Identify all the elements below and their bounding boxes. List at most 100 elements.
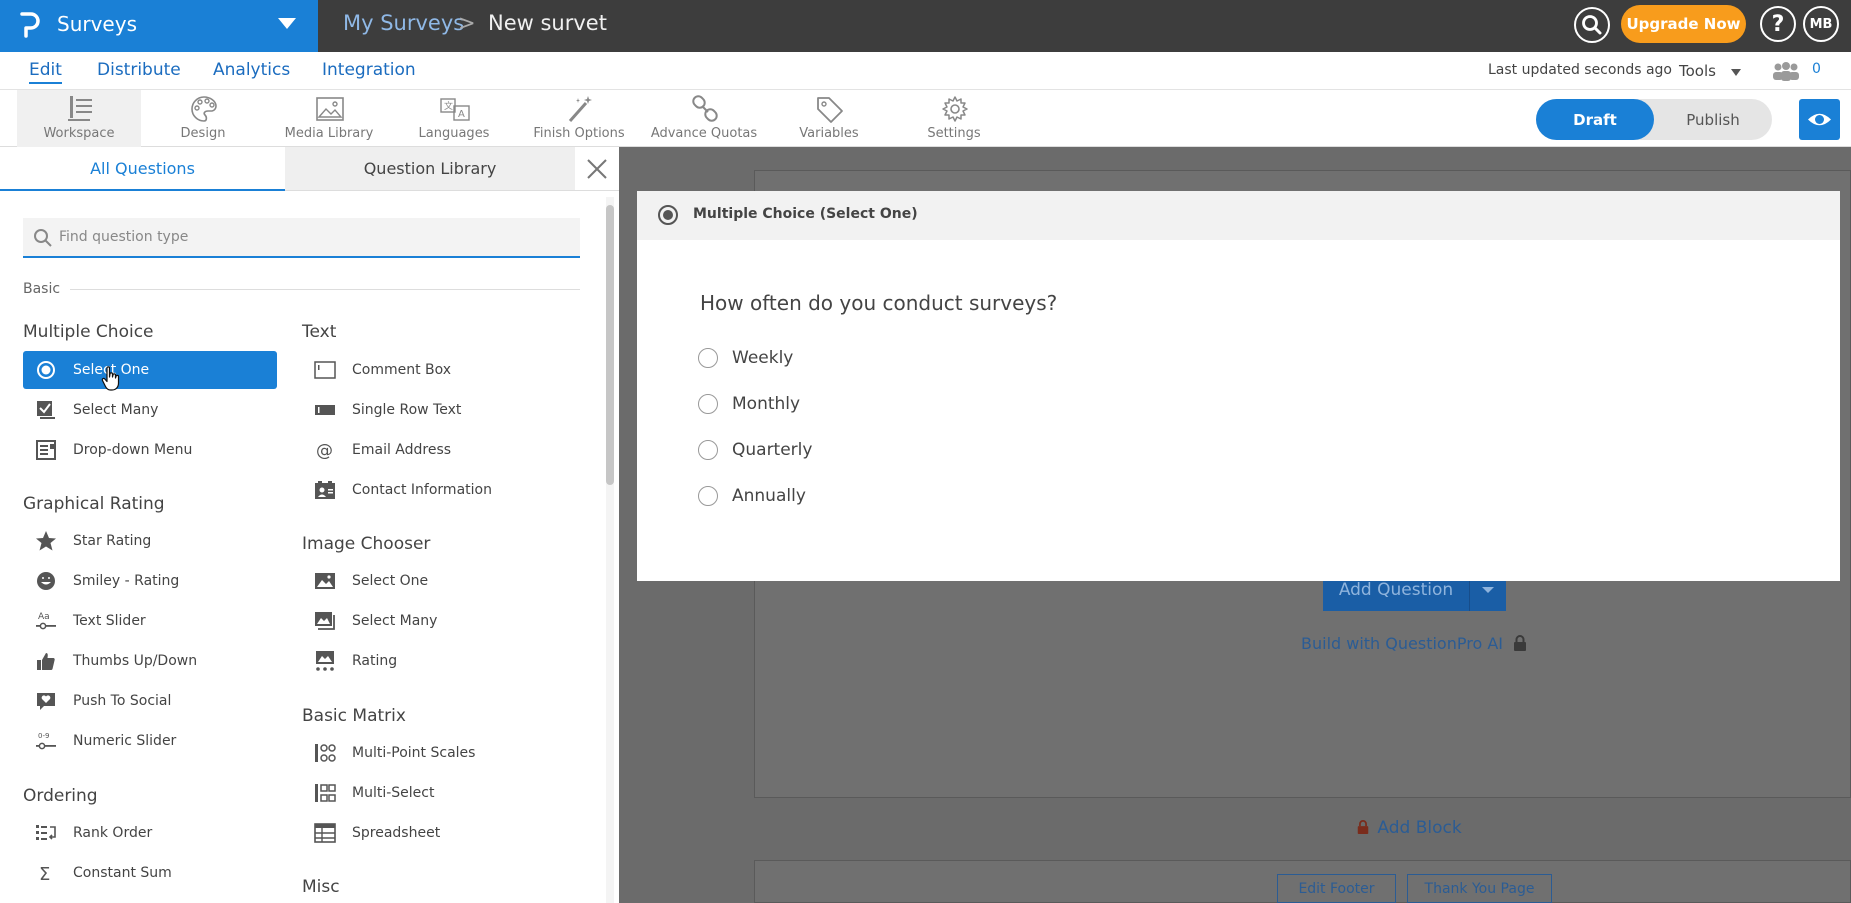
collaborators-icon[interactable] bbox=[1772, 61, 1800, 81]
preview-option-label: Monthly bbox=[732, 394, 801, 414]
edit-footer-button[interactable]: Edit Footer bbox=[1277, 874, 1396, 903]
caret-down-icon[interactable] bbox=[1731, 69, 1741, 76]
collaborators-count[interactable]: 0 bbox=[1812, 61, 1821, 77]
images-icon bbox=[314, 610, 336, 632]
qtype-label: Text Slider bbox=[73, 613, 146, 629]
preview-option: Annually bbox=[698, 484, 806, 508]
image-rating-icon bbox=[314, 650, 336, 672]
qtype-image-select-many[interactable]: Select Many bbox=[302, 602, 556, 640]
at-sign-icon: @ bbox=[314, 439, 336, 461]
thank-you-page-button[interactable]: Thank You Page bbox=[1407, 874, 1552, 903]
search-input[interactable] bbox=[59, 218, 569, 256]
caret-down-icon[interactable] bbox=[278, 18, 296, 29]
qtype-label: Smiley - Rating bbox=[73, 573, 180, 589]
toolbar-settings[interactable]: Settings bbox=[892, 90, 1016, 147]
qtype-label: Single Row Text bbox=[352, 402, 462, 418]
palette-icon bbox=[191, 96, 217, 122]
nav-integration[interactable]: Integration bbox=[322, 60, 416, 80]
qtype-select-many[interactable]: Select Many bbox=[23, 391, 277, 429]
close-panel-button[interactable] bbox=[575, 147, 619, 191]
preview-option-label: Quarterly bbox=[732, 440, 813, 460]
qtype-label: Select Many bbox=[352, 613, 438, 629]
svg-text:A: A bbox=[458, 109, 465, 120]
preview-button[interactable] bbox=[1799, 99, 1840, 140]
app-switcher[interactable]: Surveys bbox=[0, 0, 318, 52]
preview-header: Multiple Choice (Select One) bbox=[637, 191, 1840, 240]
toolbar-finish-options[interactable]: Finish Options bbox=[517, 90, 641, 147]
qtype-push-to-social[interactable]: Push To Social bbox=[23, 682, 277, 720]
qtype-numeric-slider[interactable]: 0-9 Numeric Slider bbox=[23, 722, 277, 760]
qtype-multi-point-scales[interactable]: Multi-Point Scales bbox=[302, 734, 556, 772]
category-text: Text bbox=[302, 322, 337, 342]
build-with-ai-link[interactable]: Build with QuestionPro AI bbox=[1301, 634, 1528, 653]
checkbox-icon bbox=[35, 399, 57, 421]
matrix-scale-icon bbox=[314, 742, 336, 764]
publish-button[interactable]: Publish bbox=[1654, 99, 1772, 140]
radio-selected-icon bbox=[658, 205, 678, 225]
tag-icon bbox=[817, 97, 843, 123]
qtype-label: Multi-Point Scales bbox=[352, 745, 476, 761]
qtype-label: Rank Order bbox=[73, 825, 153, 841]
text-field-icon bbox=[314, 399, 336, 421]
user-avatar[interactable]: MB bbox=[1803, 6, 1839, 42]
qtype-image-rating[interactable]: Rating bbox=[302, 642, 556, 680]
qtype-select-one[interactable]: Select One bbox=[23, 351, 277, 389]
section-label-basic: Basic bbox=[23, 281, 61, 297]
toolbar-label: Finish Options bbox=[533, 126, 625, 141]
chain-icon bbox=[692, 95, 718, 122]
add-block-link[interactable]: Add Block bbox=[1356, 818, 1462, 838]
category-misc: Misc bbox=[302, 877, 340, 897]
upgrade-now-button[interactable]: Upgrade Now bbox=[1621, 5, 1746, 43]
help-button[interactable]: ? bbox=[1760, 6, 1796, 42]
svg-text:Aa: Aa bbox=[38, 612, 50, 622]
qtype-label: Comment Box bbox=[352, 362, 452, 378]
nav-edit[interactable]: Edit bbox=[29, 60, 62, 84]
qtype-spreadsheet[interactable]: Spreadsheet bbox=[302, 814, 556, 852]
qtype-thumbs-up-down[interactable]: Thumbs Up/Down bbox=[23, 642, 277, 680]
build-with-ai-label: Build with QuestionPro AI bbox=[1301, 634, 1503, 653]
search-button[interactable] bbox=[1574, 7, 1610, 43]
qtype-email-address[interactable]: @ Email Address bbox=[302, 431, 556, 469]
comment-box-icon bbox=[314, 359, 336, 381]
scrollbar-thumb[interactable] bbox=[606, 205, 614, 485]
qtype-star-rating[interactable]: Star Rating bbox=[23, 522, 277, 560]
qtype-constant-sum[interactable]: Σ Constant Sum bbox=[23, 854, 277, 892]
qtype-image-select-one[interactable]: Select One bbox=[302, 562, 556, 600]
toolbar-label: Workspace bbox=[43, 126, 115, 141]
questionpro-logo-icon bbox=[20, 12, 40, 38]
qtype-smiley-rating[interactable]: Smiley - Rating bbox=[23, 562, 277, 600]
breadcrumb-my-surveys[interactable]: My Surveys bbox=[343, 11, 464, 35]
gear-icon bbox=[942, 96, 968, 122]
qtype-single-row-text[interactable]: Single Row Text bbox=[302, 391, 556, 429]
panel-scrollbar[interactable] bbox=[606, 197, 614, 903]
qtype-rank-order[interactable]: Rank Order bbox=[23, 814, 277, 852]
section-divider bbox=[70, 289, 580, 290]
draft-button[interactable]: Draft bbox=[1536, 99, 1654, 140]
toolbar-languages[interactable]: 文A Languages bbox=[392, 90, 516, 147]
qtype-dropdown-menu[interactable]: Drop-down Menu bbox=[23, 431, 277, 469]
qtype-text-slider[interactable]: Aa Text Slider bbox=[23, 602, 277, 640]
qtype-comment-box[interactable]: Comment Box bbox=[302, 351, 556, 389]
qtype-multi-select[interactable]: Multi-Select bbox=[302, 774, 556, 812]
app-name: Surveys bbox=[57, 12, 137, 36]
toolbar-media-library[interactable]: Media Library bbox=[267, 90, 391, 147]
nav-analytics[interactable]: Analytics bbox=[213, 60, 290, 80]
toolbar-label: Design bbox=[180, 126, 226, 141]
question-type-search bbox=[23, 218, 580, 258]
toolbar-variables[interactable]: Variables bbox=[767, 90, 891, 147]
survey-title[interactable]: New survet bbox=[488, 11, 607, 35]
qtype-label: Multi-Select bbox=[352, 785, 435, 801]
workspace-icon bbox=[68, 96, 92, 121]
toolbar-workspace[interactable]: Workspace bbox=[17, 90, 141, 147]
magic-wand-icon bbox=[568, 96, 592, 122]
toolbar-advance-quotas[interactable]: Advance Quotas bbox=[642, 90, 766, 147]
tools-menu[interactable]: Tools bbox=[1679, 62, 1716, 80]
nav-distribute[interactable]: Distribute bbox=[97, 60, 181, 80]
qtype-contact-information[interactable]: Contact Information bbox=[302, 471, 556, 509]
tab-all-questions[interactable]: All Questions bbox=[0, 147, 285, 191]
preview-option: Quarterly bbox=[698, 438, 812, 462]
toolbar-design[interactable]: Design bbox=[141, 90, 265, 147]
category-ordering: Ordering bbox=[23, 786, 98, 806]
numeric-slider-icon: 0-9 bbox=[35, 730, 57, 752]
tab-question-library[interactable]: Question Library bbox=[285, 147, 575, 191]
